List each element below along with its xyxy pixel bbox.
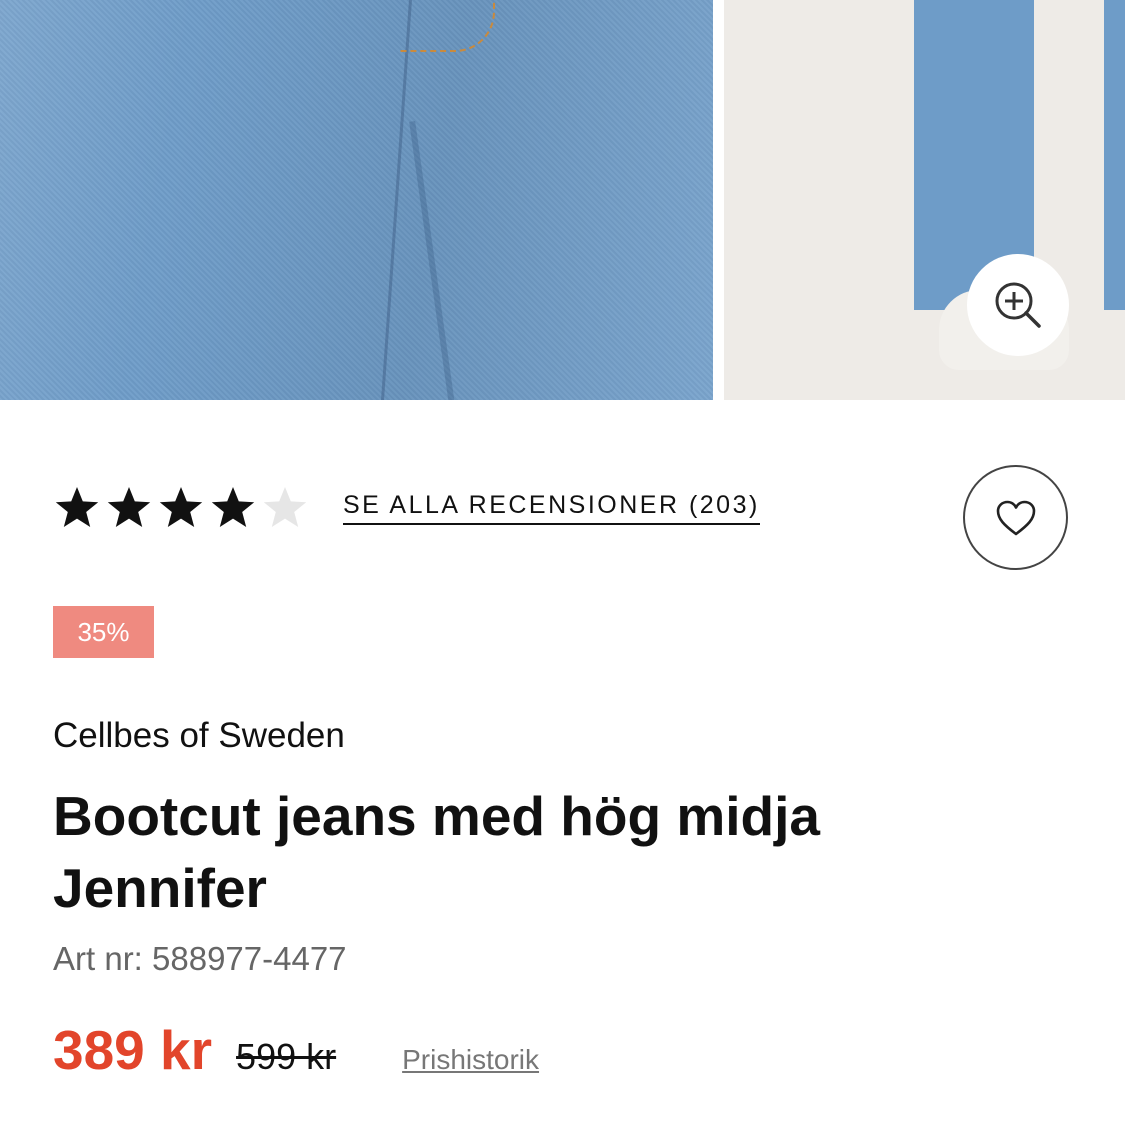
favorite-button[interactable] — [963, 465, 1068, 570]
star-filled-icon — [107, 487, 151, 527]
jeans-leg-right — [1104, 0, 1125, 310]
brand-name[interactable]: Cellbes of Sweden — [53, 716, 345, 756]
star-rating — [53, 485, 309, 531]
discount-badge: 35% — [53, 606, 154, 658]
zoom-button[interactable] — [967, 254, 1069, 356]
star-filled-icon — [55, 487, 99, 527]
current-price: 389 kr — [53, 1019, 213, 1081]
star-filled-icon — [211, 487, 255, 527]
see-all-reviews-link[interactable]: SE ALLA RECENSIONER (203) — [343, 491, 760, 525]
article-number: Art nr: 588977-4477 — [53, 940, 347, 977]
jeans-center-seam — [380, 0, 493, 400]
product-image-front[interactable] — [0, 0, 713, 400]
price-history-link[interactable]: Prishistorik — [402, 1044, 539, 1076]
star-empty-icon — [263, 487, 307, 527]
star-filled-icon — [159, 487, 203, 527]
product-title: Bootcut jeans med hög midja Jennifer — [53, 785, 821, 919]
rating-row: SE ALLA RECENSIONER (203) — [53, 480, 760, 536]
original-price: 599 kr — [236, 1036, 337, 1077]
heart-icon — [996, 500, 1035, 535]
price-row: 389 kr 599 kr Prishistorik — [53, 1018, 539, 1082]
product-image-side[interactable] — [724, 0, 1125, 400]
zoom-in-icon — [995, 282, 1041, 328]
product-gallery — [0, 0, 1125, 400]
